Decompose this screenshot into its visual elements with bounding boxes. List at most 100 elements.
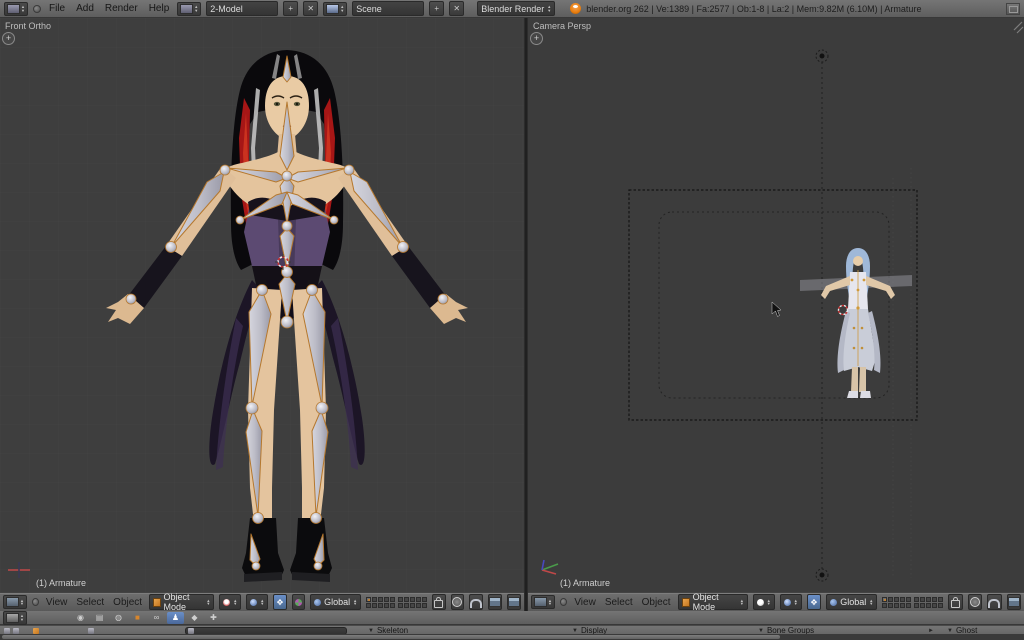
viewport-shading-dropdown[interactable]: ▲▼ <box>753 594 775 610</box>
orientation-value: Global <box>324 597 350 607</box>
collapse-menus-icon[interactable] <box>33 5 41 13</box>
toolshelf-expand-button[interactable]: + <box>530 32 543 45</box>
area-divider[interactable] <box>524 18 528 611</box>
proportional-edit-button[interactable] <box>451 594 464 610</box>
tab-physics[interactable]: ✚ <box>205 612 222 624</box>
screen-layout-field[interactable]: 2-Model <box>206 1 278 16</box>
shading-icon <box>757 599 764 606</box>
menu-view[interactable]: View <box>572 597 598 608</box>
dropdown-arrows-icon: ▲▼ <box>869 599 873 606</box>
screen-layout-icon <box>180 4 193 14</box>
collapse-menus-icon[interactable] <box>32 598 39 606</box>
transform-orientation-dropdown[interactable]: Global ▲▼ <box>826 594 877 610</box>
pivot-point-icon <box>784 599 791 606</box>
opengl-render-button[interactable] <box>488 594 502 610</box>
render-engine-dropdown[interactable]: Blender Render ▲▼ <box>477 1 555 16</box>
menu-help[interactable]: Help <box>146 3 173 14</box>
mode-dropdown[interactable]: Object Mode ▲▼ <box>149 594 214 610</box>
mode-value: Object Mode <box>693 592 737 612</box>
menu-object[interactable]: Object <box>111 597 144 608</box>
viewport-editor-icon <box>534 597 547 607</box>
dropdown-arrows-icon: ▲▼ <box>740 599 744 606</box>
viewport-camera-persp[interactable]: Camera Persp + (1) Armature <box>528 18 1024 592</box>
editor-type-selector[interactable]: ▲▼ <box>4 2 28 16</box>
menu-add[interactable]: Add <box>73 3 97 14</box>
screen-layout-browse-button[interactable]: ▲▼ <box>177 2 201 16</box>
scrollbar-thumb[interactable] <box>2 635 780 639</box>
collapse-menus-icon[interactable] <box>560 598 567 606</box>
manipulator-translate-button[interactable]: ✥ <box>273 594 286 610</box>
shading-icon <box>223 599 230 606</box>
dropdown-arrows-icon: ▲▼ <box>20 614 24 621</box>
scene-add-button[interactable]: + <box>429 1 444 16</box>
scene-field[interactable]: Scene <box>352 1 424 16</box>
pivot-point-dropdown[interactable]: ▲▼ <box>780 594 802 610</box>
scene-statistics: blender.org 262 | Ve:1389 | Fa:2577 | Ob… <box>586 4 921 14</box>
manipulator-translate-button[interactable]: ✥ <box>807 594 821 610</box>
pivot-point-dropdown[interactable]: ▲▼ <box>246 594 268 610</box>
layer-buttons[interactable] <box>882 597 943 608</box>
menu-render[interactable]: Render <box>102 3 141 14</box>
opengl-render-anim-button[interactable] <box>507 594 521 610</box>
menu-object[interactable]: Object <box>640 597 673 608</box>
lock-to-scene-button[interactable] <box>948 594 962 610</box>
viewport-shading-dropdown[interactable]: ▲▼ <box>219 594 241 610</box>
lock-icon <box>951 600 960 608</box>
tab-render[interactable]: ◉ <box>72 612 89 624</box>
dropdown-arrows-icon: ▲▼ <box>21 5 25 12</box>
mode-dropdown[interactable]: Object Mode ▲▼ <box>678 594 748 610</box>
viewport-header-right: ▲▼ View Select Object Object Mode ▲▼ ▲▼ … <box>528 592 1024 611</box>
tab-scene[interactable]: ▤ <box>91 612 108 624</box>
manipulator-rotate-button[interactable] <box>292 594 305 610</box>
editor-type-selector[interactable]: ▲▼ <box>3 595 27 609</box>
window-duplicate-icon[interactable] <box>1006 3 1020 15</box>
scene-icon <box>326 4 339 14</box>
lock-to-scene-button[interactable] <box>432 594 445 610</box>
snap-button[interactable] <box>469 594 483 610</box>
tab-armature-data[interactable]: ♟ <box>167 612 184 624</box>
menu-select[interactable]: Select <box>74 597 106 608</box>
workspace: Front Ortho + (1) Armature <box>0 18 1024 611</box>
editor-type-selector[interactable]: ▲▼ <box>531 595 555 609</box>
tab-world[interactable]: ◍ <box>110 612 127 624</box>
snap-button[interactable] <box>987 594 1001 610</box>
tab-bone[interactable]: ◆ <box>186 612 203 624</box>
pivot-point-icon <box>250 599 257 606</box>
blender-logo-icon <box>570 3 581 14</box>
dropdown-arrows-icon: ▲▼ <box>547 5 551 12</box>
properties-header: ▲▼ ◉ ▤ ◍ ■ ∞ ♟ ◆ ✚ <box>0 611 1024 625</box>
active-object-label: (1) Armature <box>36 578 86 588</box>
dropdown-arrows-icon: ▲▼ <box>194 5 198 12</box>
view-name-label: Camera Persp <box>533 21 591 31</box>
dropdown-arrows-icon: ▲▼ <box>767 599 771 606</box>
proportional-edit-button[interactable] <box>968 594 982 610</box>
screen-layout-delete-button[interactable]: ✕ <box>303 1 318 16</box>
editor-type-selector[interactable]: ▲▼ <box>3 611 27 625</box>
object-mode-icon <box>682 598 690 607</box>
dropdown-arrows-icon: ▲▼ <box>548 599 552 606</box>
toolshelf-expand-button[interactable]: + <box>2 32 15 45</box>
lock-icon <box>434 600 443 608</box>
panel-open-icon: ▼ <box>758 628 764 634</box>
tab-object[interactable]: ■ <box>129 612 146 624</box>
opengl-render-button[interactable] <box>1007 594 1021 610</box>
properties-tabs: ◉ ▤ ◍ ■ ∞ ♟ ◆ ✚ <box>72 612 222 624</box>
viewport-front-ortho[interactable]: Front Ortho + (1) Armature <box>0 18 524 592</box>
menu-select[interactable]: Select <box>603 597 635 608</box>
info-bar: ▲▼ File Add Render Help ▲▼ 2-Model + ✕ ▲… <box>0 0 1024 18</box>
object-mode-icon <box>153 598 160 607</box>
dropdown-arrows-icon: ▲▼ <box>206 599 210 606</box>
menu-view[interactable]: View <box>44 597 70 608</box>
scene-delete-button[interactable]: ✕ <box>449 1 464 16</box>
screen-layout-add-button[interactable]: + <box>283 1 298 16</box>
render-anim-icon <box>508 597 520 607</box>
scene-name: Scene <box>356 4 420 14</box>
layer-buttons[interactable] <box>366 597 427 608</box>
magnet-icon <box>470 599 482 608</box>
tab-constraints[interactable]: ∞ <box>148 612 165 624</box>
scene-browse-button[interactable]: ▲▼ <box>323 2 347 16</box>
menu-file[interactable]: File <box>46 3 68 14</box>
transform-orientation-dropdown[interactable]: Global ▲▼ <box>310 594 361 610</box>
horizontal-scrollbar[interactable] <box>0 634 1024 640</box>
global-orientation-icon <box>314 599 321 606</box>
